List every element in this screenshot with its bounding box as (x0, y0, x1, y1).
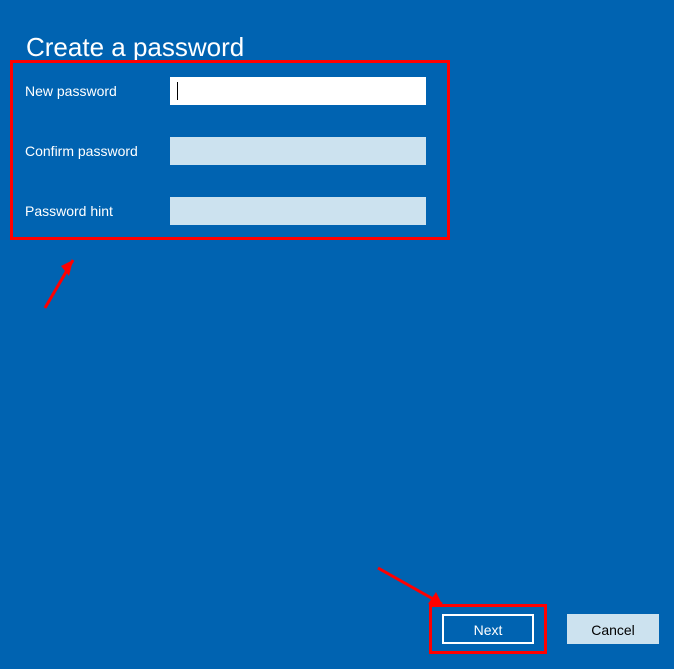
confirm-password-input[interactable] (170, 137, 426, 165)
password-form-highlight: New password Confirm password Password h… (10, 60, 450, 240)
new-password-input[interactable] (170, 77, 426, 105)
confirm-password-label: Confirm password (25, 143, 170, 159)
next-button[interactable]: Next (442, 614, 534, 644)
cancel-button[interactable]: Cancel (567, 614, 659, 644)
text-caret (177, 82, 178, 100)
new-password-label: New password (25, 83, 170, 99)
new-password-row: New password (25, 77, 426, 105)
password-hint-input[interactable] (170, 197, 426, 225)
confirm-password-row: Confirm password (25, 137, 426, 165)
annotation-arrow-icon (35, 248, 85, 318)
next-button-highlight: Next (429, 604, 547, 654)
password-hint-label: Password hint (25, 203, 170, 219)
password-hint-row: Password hint (25, 197, 426, 225)
button-bar: Next Cancel (429, 604, 659, 654)
page-title: Create a password (26, 32, 244, 63)
